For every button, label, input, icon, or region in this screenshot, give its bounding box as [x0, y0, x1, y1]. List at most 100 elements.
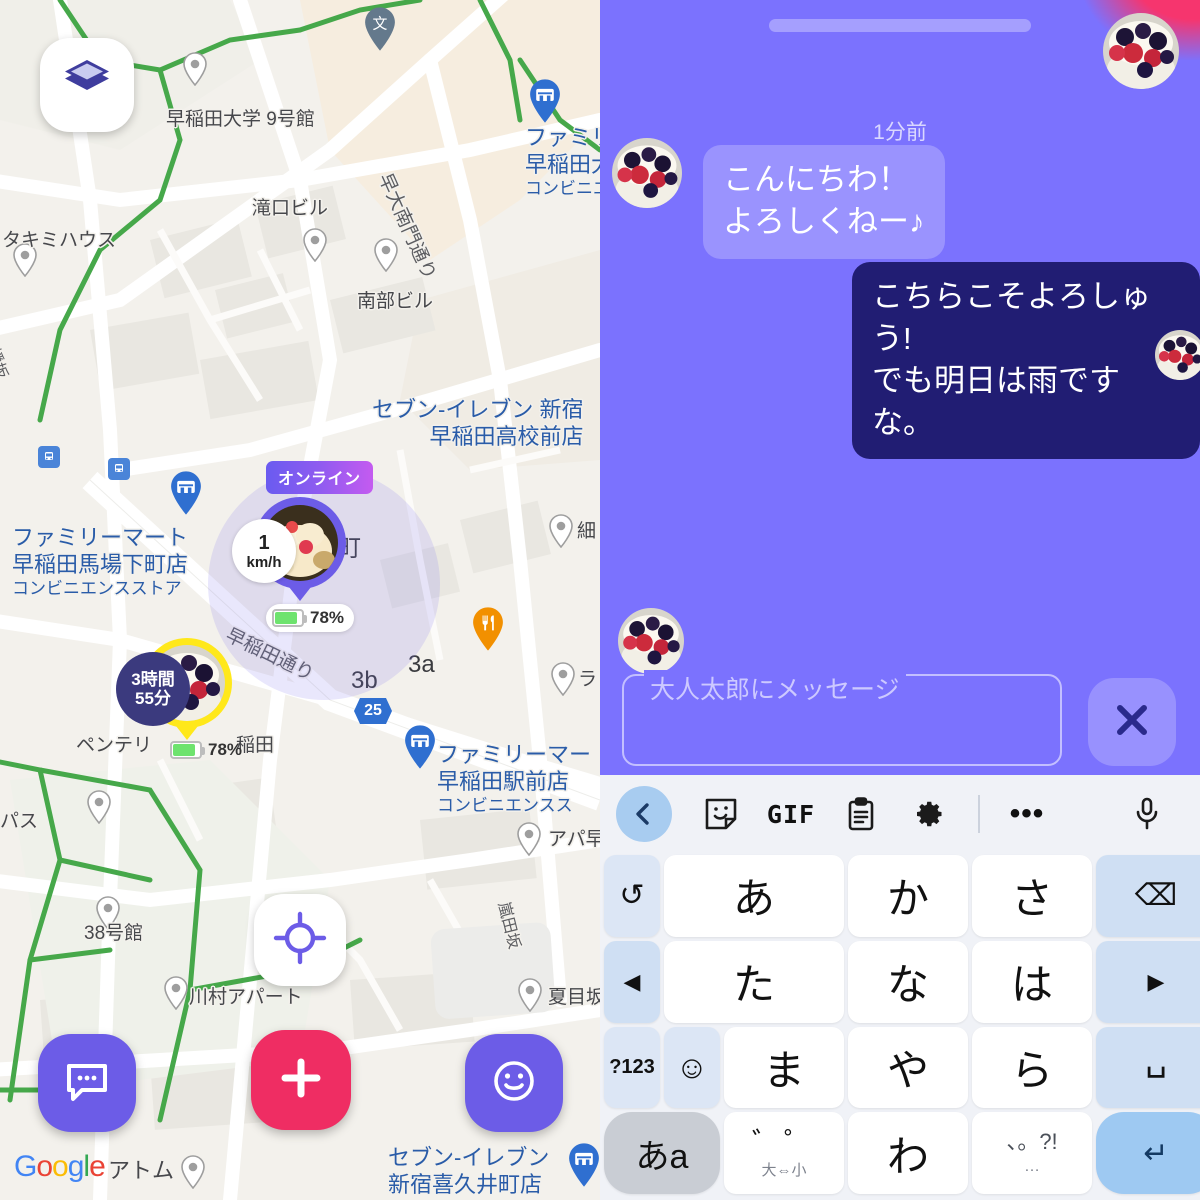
- map-pin-generic[interactable]: [302, 228, 328, 262]
- key-label: ↺: [619, 879, 645, 913]
- avatar-top-right[interactable]: [1103, 13, 1179, 89]
- key-label: や: [886, 1046, 929, 1094]
- friend-battery-pill: 78%: [164, 736, 252, 764]
- map-locate-button[interactable]: [254, 894, 346, 986]
- map-attribution-place: アトム: [108, 1158, 175, 1183]
- key-space[interactable]: ␣: [1096, 1026, 1200, 1109]
- poi-name-2: 早稲田駅前店: [437, 768, 570, 794]
- poi-category: コンビニエンスストア: [12, 578, 182, 598]
- toolbar-sticker-button[interactable]: [686, 786, 756, 842]
- key-undo[interactable]: ↺: [604, 855, 660, 937]
- convenience-store-pin-icon[interactable]: [527, 78, 563, 124]
- self-battery-pill: 78%: [266, 604, 355, 632]
- chat-fab-button[interactable]: [38, 1034, 136, 1132]
- map-pin-generic[interactable]: [180, 1155, 206, 1189]
- map-pin-generic[interactable]: [548, 514, 574, 548]
- key-punctuation[interactable]: 、。?! …: [972, 1112, 1092, 1194]
- message-bubble-incoming[interactable]: こんにちわ！ よろしくねー♪: [703, 145, 945, 259]
- map-pin-generic[interactable]: [550, 662, 576, 696]
- map-pin-generic[interactable]: [86, 790, 112, 824]
- keyboard-panel[interactable]: GIF ••• ↺ あ か さ ⌫ ◀ た な は ▶ ?123 ☺ ま や ら…: [600, 775, 1200, 1200]
- map-pin-generic[interactable]: [517, 978, 543, 1012]
- key-ya[interactable]: や: [848, 1026, 968, 1109]
- online-status-badge: オンライン: [266, 461, 373, 494]
- school-pin-icon[interactable]: 文: [362, 6, 398, 52]
- battery-icon: [272, 609, 307, 627]
- key-input-mode[interactable]: あa: [604, 1112, 720, 1194]
- map-label-famima-wasedadai: ファミリーマ 早稲田大 コンビニエ: [525, 125, 600, 199]
- avatar-outgoing[interactable]: [1155, 330, 1200, 380]
- avatar-composer[interactable]: [618, 608, 684, 674]
- message-bubble-outgoing[interactable]: こちらこそよろしゅう! でも明日は雨ですな。: [852, 262, 1200, 460]
- key-label: た: [732, 961, 775, 1009]
- toolbar-back-button[interactable]: [616, 786, 672, 842]
- self-speed-chip: 1 km/h: [232, 519, 296, 583]
- key-ha[interactable]: は: [972, 940, 1092, 1023]
- toolbar-settings-button[interactable]: [896, 786, 966, 842]
- toolbar-mic-button[interactable]: [1112, 786, 1182, 842]
- add-fab-button[interactable]: [251, 1030, 351, 1130]
- map-layers-button[interactable]: [40, 38, 134, 132]
- battery-icon: [170, 741, 205, 759]
- map-label-takimi-house: タキミハウス: [2, 230, 117, 251]
- bus-stop-icon[interactable]: [108, 458, 130, 480]
- convenience-store-pin-icon[interactable]: [402, 724, 438, 770]
- poi-category: コンビニエンスス: [437, 795, 573, 815]
- map-label-apa: アパ早: [548, 829, 600, 850]
- close-icon: [1110, 698, 1154, 747]
- restaurant-pin-icon[interactable]: [470, 606, 506, 652]
- map-pin-generic[interactable]: [182, 52, 208, 86]
- key-ra[interactable]: ら: [972, 1026, 1092, 1109]
- key-label: ?123: [609, 1055, 655, 1078]
- self-avatar-marker[interactable]: 1 km/h: [232, 497, 346, 601]
- sticker-icon: [705, 798, 737, 830]
- battery-label: 78%: [208, 740, 243, 759]
- map-pin-generic[interactable]: [373, 238, 399, 272]
- key-cursor-right[interactable]: ▶: [1096, 940, 1200, 1023]
- key-sa[interactable]: さ: [972, 855, 1092, 937]
- map-pin-generic[interactable]: [516, 822, 542, 856]
- key-backspace[interactable]: ⌫: [1096, 855, 1200, 937]
- speed-unit: km/h: [246, 553, 282, 571]
- key-label: あa: [635, 1137, 689, 1176]
- keyboard-toolbar[interactable]: GIF •••: [600, 775, 1200, 853]
- key-symbols[interactable]: ?123: [604, 1026, 660, 1109]
- key-ma[interactable]: ま: [724, 1026, 844, 1109]
- toolbar-clipboard-button[interactable]: [826, 786, 896, 842]
- map-label-kawamura: 川村アパート: [189, 987, 303, 1008]
- close-button[interactable]: [1088, 678, 1176, 766]
- map-pin-generic[interactable]: [163, 976, 189, 1010]
- map-label-seven-eleven-shinjuku: セブン-イレブン 新宿 早稲田高校前店: [372, 397, 583, 451]
- keyboard-grid[interactable]: ↺ あ か さ ⌫ ◀ た な は ▶ ?123 ☺ ま や ら ␣ あa ゛゜…: [600, 853, 1200, 1200]
- key-label: 、。?!: [1006, 1129, 1058, 1155]
- convenience-store-pin-icon[interactable]: [566, 1142, 600, 1188]
- key-enter[interactable]: ↵: [1096, 1112, 1200, 1194]
- friend-avatar-marker[interactable]: 3時間 55分: [116, 638, 232, 740]
- arrow-left-icon: ◀: [623, 968, 641, 994]
- key-label: か: [886, 875, 929, 923]
- key-ta[interactable]: た: [664, 940, 844, 1023]
- poi-category: コンビニエ: [525, 178, 600, 198]
- key-emoji[interactable]: ☺: [664, 1026, 720, 1109]
- key-dakuten[interactable]: ゛゜ 大⇔小: [724, 1112, 844, 1194]
- map-label-waseda-9: 早稲田大学 9号館: [166, 109, 315, 130]
- message-timestamp: 1分前: [873, 121, 927, 144]
- poi-name-2: 早稲田高校前店: [429, 423, 584, 449]
- face-fab-button[interactable]: [465, 1034, 563, 1132]
- chat-bubble-icon: [62, 1056, 112, 1111]
- map-pane[interactable]: 文 25 早稲田大学 9号館 滝口ビル タキミハウス 南部ビル ファミ 早稲田 …: [0, 0, 600, 1200]
- poi-name-2: 早稲田大: [525, 151, 600, 177]
- avatar-incoming[interactable]: [612, 138, 682, 208]
- bus-stop-icon[interactable]: [38, 446, 60, 468]
- drag-handle[interactable]: [769, 19, 1031, 32]
- key-ka[interactable]: か: [848, 855, 968, 937]
- key-a[interactable]: あ: [664, 855, 844, 937]
- convenience-store-pin-icon[interactable]: [168, 470, 204, 516]
- map-label-famima-ekimae: ファミリーマー 早稲田駅前店 コンビニエンスス: [437, 742, 591, 816]
- toolbar-more-button[interactable]: •••: [992, 786, 1062, 842]
- poi-name-2: 新宿喜久井町店: [388, 1171, 543, 1197]
- key-na[interactable]: な: [848, 940, 968, 1023]
- toolbar-gif-button[interactable]: GIF: [756, 786, 826, 842]
- key-cursor-left[interactable]: ◀: [604, 940, 660, 1023]
- key-wa[interactable]: わ: [848, 1112, 968, 1194]
